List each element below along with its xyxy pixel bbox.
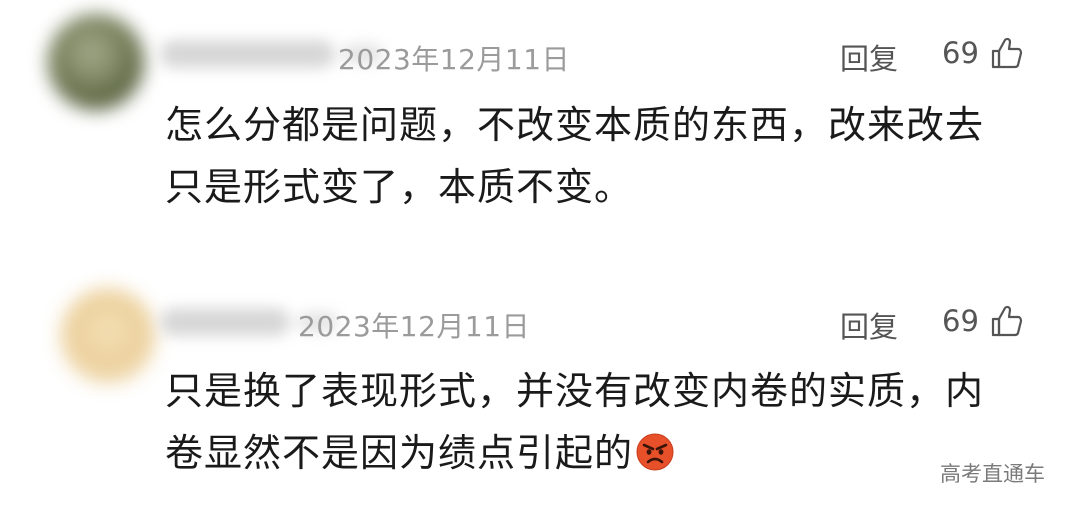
username-blurred[interactable]: [160, 40, 383, 68]
like-count: 69: [942, 304, 979, 338]
like-count: 69: [942, 36, 979, 70]
comment-timestamp: 2023年12月11日: [298, 310, 531, 343]
avatar[interactable]: [48, 14, 144, 110]
angry-face-icon: [636, 433, 674, 471]
comment-body-line: 只是换了表现形式，并没有改变内卷的实质，内: [165, 369, 985, 413]
thumbs-up-icon[interactable]: [990, 304, 1024, 338]
comment-timestamp: 2023年12月11日: [338, 43, 571, 76]
reply-button[interactable]: 回复: [840, 304, 898, 346]
watermark-text: 高考直通车: [940, 462, 1045, 486]
comment-body-text: 卷显然不是因为绩点引起的: [165, 431, 634, 475]
thumbs-up-icon[interactable]: [990, 36, 1024, 70]
avatar[interactable]: [60, 288, 156, 384]
comment-body-line: 卷显然不是因为绩点引起的: [165, 422, 1045, 484]
comment-item: 2023年12月11日 回复 69 只是换了表现形式，并没有改变内卷的实质，内 …: [0, 270, 1080, 512]
username-blurred[interactable]: [160, 308, 338, 336]
comment-body: 怎么分都是问题，不改变本质的东西，改来改去 只是形式变了，本质不变。: [165, 94, 1045, 218]
comment-body: 只是换了表现形式，并没有改变内卷的实质，内 卷显然不是因为绩点引起的: [165, 360, 1045, 484]
comment-body-line: 只是形式变了，本质不变。: [165, 165, 634, 209]
comment-item: 2023年12月11日 回复 69 怎么分都是问题，不改变本质的东西，改来改去 …: [0, 0, 1080, 260]
reply-button[interactable]: 回复: [840, 36, 898, 78]
comment-body-line: 怎么分都是问题，不改变本质的东西，改来改去: [165, 103, 985, 147]
